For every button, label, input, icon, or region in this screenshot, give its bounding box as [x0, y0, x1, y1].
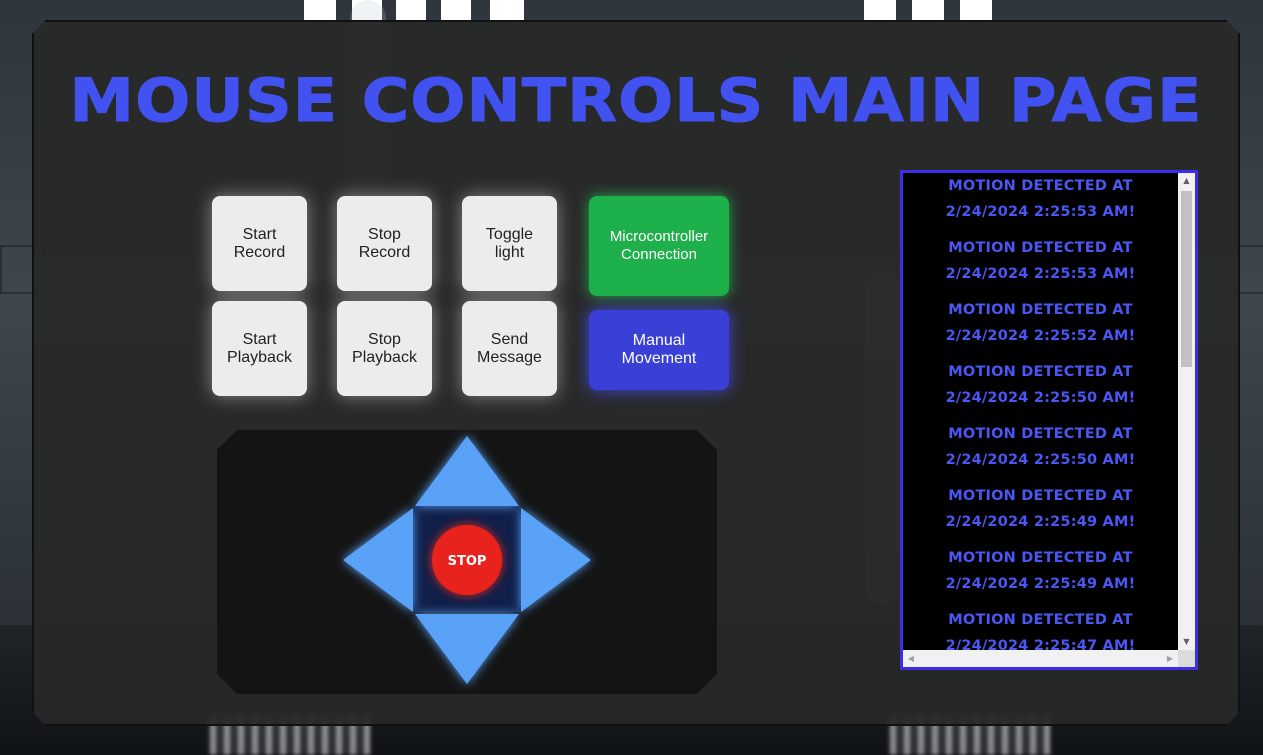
send-message-button[interactable]: Send Message	[462, 301, 557, 396]
right-arrow-button[interactable]	[521, 508, 591, 612]
log-entry: Motion detected at 2/24/2024 2:25:53 AM!	[945, 178, 1136, 220]
log-entry: Motion detected at 2/24/2024 2:25:52 AM!	[945, 302, 1136, 344]
dpad: STOP	[217, 430, 717, 694]
ceiling-light	[441, 0, 471, 22]
start-record-button[interactable]: Start Record	[212, 196, 307, 291]
scrollbar-corner	[1178, 650, 1195, 667]
ceiling-light	[864, 0, 896, 22]
stop-playback-button[interactable]: Stop Playback	[337, 301, 432, 396]
stop-button-label: STOP	[448, 554, 487, 569]
motion-log[interactable]: Motion detected at 2/24/2024 2:25:53 AM!…	[900, 170, 1198, 670]
left-arrow-button[interactable]	[343, 508, 413, 612]
motion-log-content: Motion detected at 2/24/2024 2:25:53 AM!…	[903, 173, 1178, 650]
log-entry: Motion detected at 2/24/2024 2:25:49 AM!	[945, 550, 1136, 592]
toggle-light-button[interactable]: Toggle light	[462, 196, 557, 291]
stop-record-button[interactable]: Stop Record	[337, 196, 432, 291]
ceiling-light	[912, 0, 944, 22]
log-entry: Motion detected at 2/24/2024 2:25:49 AM!	[945, 488, 1136, 530]
horizontal-scrollbar[interactable]: ◀ ▶	[903, 650, 1178, 667]
ceiling-light	[396, 0, 426, 22]
log-entry: Motion detected at 2/24/2024 2:25:53 AM!	[945, 240, 1136, 282]
scroll-up-icon[interactable]: ▲	[1178, 173, 1195, 189]
scroll-down-icon[interactable]: ▼	[1178, 634, 1195, 650]
manual-movement-button[interactable]: Manual Movement	[589, 310, 729, 390]
ceiling-light	[490, 0, 524, 22]
scroll-left-icon[interactable]: ◀	[903, 650, 919, 667]
log-entry: Motion detected at 2/24/2024 2:25:50 AM!	[945, 426, 1136, 468]
vertical-scrollbar[interactable]: ▲ ▼	[1178, 173, 1195, 650]
down-arrow-button[interactable]	[415, 614, 519, 684]
up-arrow-button[interactable]	[415, 436, 519, 506]
log-entry: Motion detected at 2/24/2024 2:25:50 AM!	[945, 364, 1136, 406]
page-title: Mouse Controls Main Page	[69, 66, 1203, 136]
scroll-right-icon[interactable]: ▶	[1162, 650, 1178, 667]
scrollbar-thumb[interactable]	[1181, 191, 1192, 367]
start-playback-button[interactable]: Start Playback	[212, 301, 307, 396]
log-entry: Motion detected at 2/24/2024 2:25:47 AM!	[945, 612, 1136, 650]
stop-button[interactable]: STOP	[432, 525, 502, 595]
main-panel: Mouse Controls Main Page Start Record St…	[32, 20, 1240, 726]
microcontroller-connection-button[interactable]: Microcontroller Connection	[589, 196, 729, 296]
ceiling-light	[304, 0, 336, 22]
ceiling-light	[960, 0, 992, 22]
dpad-panel: STOP	[217, 430, 717, 694]
